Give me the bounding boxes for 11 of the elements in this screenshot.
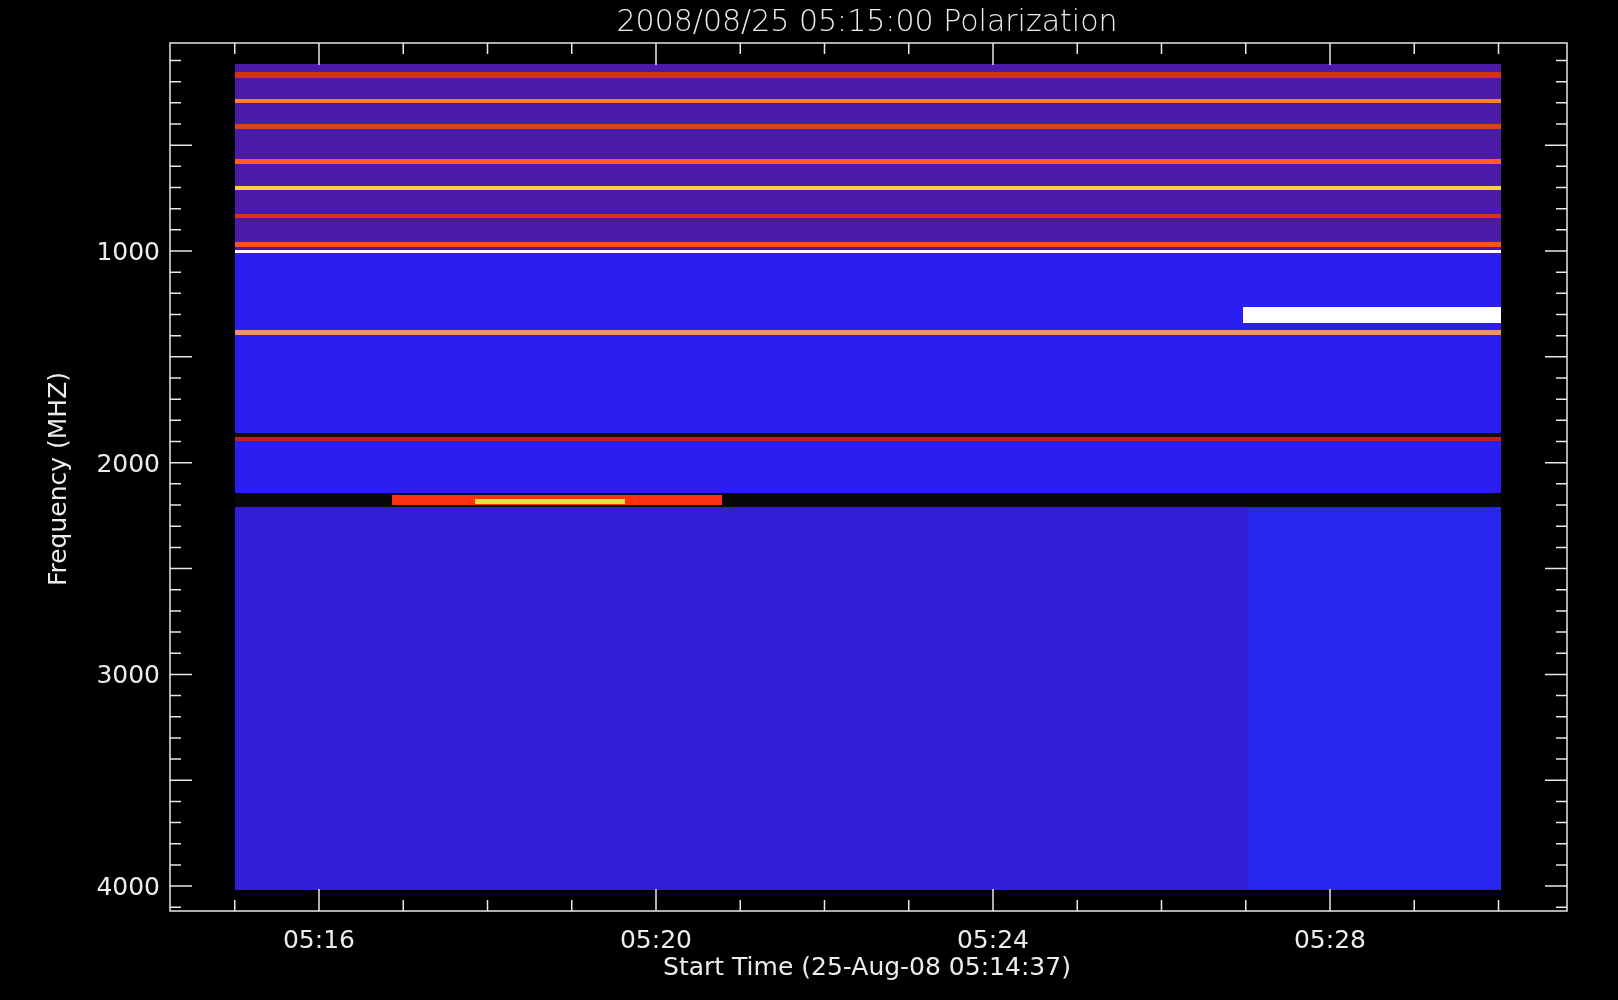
y-axis-label: Frequency (MHZ)	[43, 371, 72, 587]
x-tick-label: 05:20	[620, 925, 692, 954]
y-tick-label: 1000	[96, 237, 160, 266]
y-tick-label: 2000	[96, 448, 160, 478]
x-tick-label: 05:28	[1294, 925, 1366, 954]
chart-title: 2008/08/25 05:15:00 Polarization	[616, 3, 1118, 38]
x-tick-label: 05:24	[957, 925, 1029, 954]
x-tick-label: 05:16	[283, 925, 355, 954]
y-tick-label: 4000	[96, 872, 160, 902]
x-axis-label: Start Time (25-Aug-08 05:14:37)	[663, 952, 1071, 981]
y-tick-label: 3000	[96, 660, 160, 690]
